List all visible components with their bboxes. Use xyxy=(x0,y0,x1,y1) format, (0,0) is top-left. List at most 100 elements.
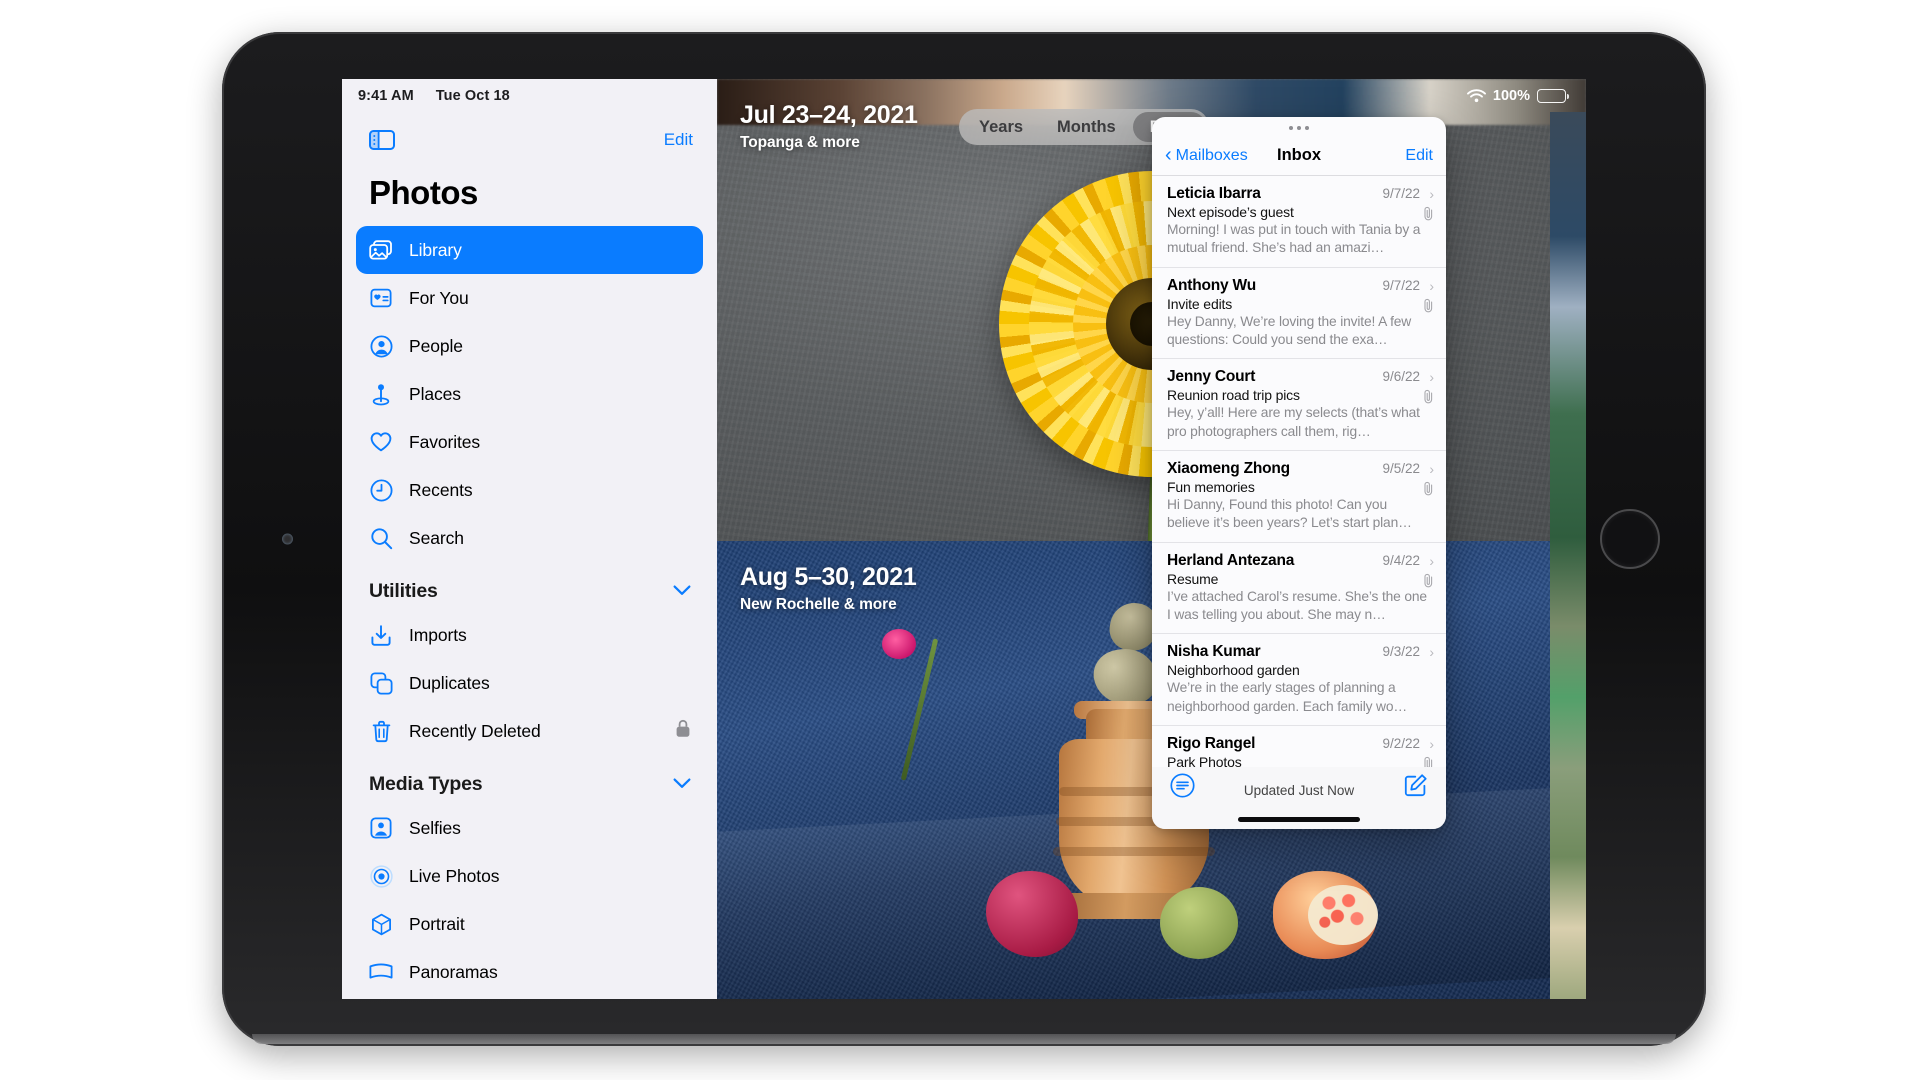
mail-sender: Rigo Rangel xyxy=(1167,735,1256,753)
attachment-paperclip-icon xyxy=(1423,206,1434,226)
section-title: Utilities xyxy=(369,580,438,602)
mail-sender: Xiaomeng Zhong xyxy=(1167,460,1290,478)
sidebar-item-people[interactable]: People xyxy=(356,322,703,370)
mail-preview: Hi Danny, Found this photo! Can you beli… xyxy=(1167,497,1412,531)
mail-list-item[interactable]: Leticia Ibarra 9/7/22 › Next episode’s g… xyxy=(1152,176,1446,268)
sidebar-toggle-icon[interactable] xyxy=(369,130,395,150)
sidebar-item-label: Duplicates xyxy=(409,672,490,693)
clock-icon xyxy=(368,477,394,503)
section-title: Media Types xyxy=(369,773,483,795)
sidebar-item-recents[interactable]: Recents xyxy=(356,466,703,514)
sidebar-item-panoramas[interactable]: Panoramas xyxy=(356,948,703,996)
mailboxes-back-label: Mailboxes xyxy=(1175,146,1248,164)
sidebar-item-selfies[interactable]: Selfies xyxy=(356,804,703,852)
mail-sender: Herland Antezana xyxy=(1167,551,1295,569)
mail-status-text: Updated Just Now xyxy=(1243,783,1355,798)
mail-list-item[interactable]: Xiaomeng Zhong 9/5/22 › Fun memories Hi … xyxy=(1152,451,1446,543)
sidebar-item-label: Selfies xyxy=(409,817,461,838)
mail-subject: Neighborhood garden xyxy=(1167,662,1300,679)
sidebar-item-label: Library xyxy=(409,239,462,260)
mail-date: 9/7/22 xyxy=(1382,277,1420,293)
segment-years[interactable]: Years xyxy=(962,112,1040,142)
chevron-down-icon[interactable] xyxy=(673,776,691,794)
sidebar-item-library[interactable]: Library xyxy=(356,226,703,274)
chevron-right-icon: › xyxy=(1429,461,1434,478)
search-icon xyxy=(368,525,394,551)
home-indicator xyxy=(1238,817,1360,822)
mail-date: 9/3/22 xyxy=(1382,644,1420,660)
sidebar-item-label: People xyxy=(409,335,463,356)
mailboxes-back-button[interactable]: ‹ Mailboxes xyxy=(1165,143,1248,166)
sidebar-item-favorites[interactable]: Favorites xyxy=(356,418,703,466)
sidebar-utilities-list: Imports Duplicates Recently Deleted xyxy=(342,611,717,755)
mail-list-item[interactable]: Herland Antezana 9/4/22 › Resume I’ve at… xyxy=(1152,543,1446,635)
mail-sender: Leticia Ibarra xyxy=(1167,185,1261,202)
sidebar-item-duplicates[interactable]: Duplicates xyxy=(356,659,703,707)
mail-message-list[interactable]: Leticia Ibarra 9/7/22 › Next episode’s g… xyxy=(1152,176,1446,829)
chevron-right-icon: › xyxy=(1429,644,1434,661)
photo-date-overlay: Aug 5–30, 2021 New Rochelle & more xyxy=(740,563,917,614)
mail-list-item[interactable]: Nisha Kumar 9/3/22 › Neighborhood garden… xyxy=(1152,634,1446,727)
chevron-right-icon: › xyxy=(1429,277,1434,294)
person-circle-icon xyxy=(368,333,394,359)
selfie-person-icon xyxy=(368,815,394,841)
mail-subject: Next episode’s guest xyxy=(1167,204,1294,220)
chevron-right-icon: › xyxy=(1429,736,1434,753)
sidebar-item-label: Recently Deleted xyxy=(409,720,541,741)
sidebar-toolbar: Edit xyxy=(342,112,717,168)
photo-location-label: Topanga & more xyxy=(740,134,860,151)
mail-subject: Fun memories xyxy=(1167,479,1255,496)
photo-location-label: New Rochelle & more xyxy=(740,596,897,613)
sidebar-item-label: Search xyxy=(409,527,464,548)
filter-lines-icon[interactable] xyxy=(1170,773,1195,803)
mail-subject: Invite edits xyxy=(1167,295,1233,312)
panorama-icon xyxy=(368,959,394,985)
mail-preview: We’re in the early stages of planning a … xyxy=(1167,680,1408,714)
mail-date: 9/2/22 xyxy=(1382,736,1420,752)
sidebar-item-label: Imports xyxy=(409,624,467,645)
sidebar-primary-list: Library For You People Places Favorites … xyxy=(342,226,717,562)
mail-floating-window[interactable]: ‹ Mailboxes Inbox Edit Leticia Ibarra 9/… xyxy=(1152,117,1446,829)
ipad-device-frame: Jul 23–24, 2021 Topanga & more Aug 5–30,… xyxy=(222,32,1706,1046)
sidebar-item-imports[interactable]: Imports xyxy=(356,611,703,659)
attachment-paperclip-icon xyxy=(1423,573,1434,593)
attachment-paperclip-icon xyxy=(1423,481,1434,501)
compose-pencil-icon[interactable] xyxy=(1403,773,1428,803)
chevron-left-icon: ‹ xyxy=(1165,143,1172,166)
segment-months[interactable]: Months xyxy=(1040,112,1133,142)
sidebar-item-label: Portrait xyxy=(409,913,465,934)
mail-list-item[interactable]: Jenny Court 9/6/22 › Reunion road trip p… xyxy=(1152,359,1446,452)
sidebar-section-utilities-header[interactable]: Utilities xyxy=(342,562,717,611)
chevron-down-icon[interactable] xyxy=(673,583,691,601)
attachment-paperclip-icon xyxy=(1423,389,1434,409)
mail-navigation-bar: ‹ Mailboxes Inbox Edit xyxy=(1152,136,1446,176)
home-button[interactable] xyxy=(1600,509,1660,569)
photos-sidebar: Edit Photos Library For You People Place… xyxy=(342,79,717,999)
sidebar-item-search[interactable]: Search xyxy=(356,514,703,562)
sidebar-item-recently-deleted[interactable]: Recently Deleted xyxy=(356,707,703,755)
mail-title: Inbox xyxy=(1277,146,1321,164)
photo-stack-icon xyxy=(368,237,394,263)
sidebar-media-types-list: Selfies Live Photos Portrait Panoramas xyxy=(342,804,717,996)
mail-list-item[interactable]: Anthony Wu 9/7/22 › Invite edits Hey Dan… xyxy=(1152,268,1446,360)
sidebar-item-for-you[interactable]: For You xyxy=(356,274,703,322)
sidebar-item-live-photos[interactable]: Live Photos xyxy=(356,852,703,900)
sidebar-item-label: For You xyxy=(409,287,469,308)
sidebar-item-places[interactable]: Places xyxy=(356,370,703,418)
pomegranate-fruit xyxy=(986,871,1079,957)
sidebar-item-label: Panoramas xyxy=(409,961,498,982)
pomegranate-seeds xyxy=(1307,885,1378,945)
heart-icon xyxy=(368,429,394,455)
map-pin-icon xyxy=(368,381,394,407)
portrait-cube-icon xyxy=(368,911,394,937)
mail-sender: Nisha Kumar xyxy=(1167,643,1261,661)
mail-edit-button[interactable]: Edit xyxy=(1405,147,1433,165)
mail-date: 9/5/22 xyxy=(1382,461,1420,477)
sidebar-item-label: Places xyxy=(409,383,461,404)
sidebar-section-media-types-header[interactable]: Media Types xyxy=(342,755,717,804)
mail-date: 9/4/22 xyxy=(1382,552,1420,568)
drag-handle-dots-icon[interactable] xyxy=(1152,117,1446,136)
photos-edit-button[interactable]: Edit xyxy=(664,130,693,150)
sidebar-item-portrait[interactable]: Portrait xyxy=(356,900,703,948)
ipad-screen: Jul 23–24, 2021 Topanga & more Aug 5–30,… xyxy=(342,79,1586,999)
